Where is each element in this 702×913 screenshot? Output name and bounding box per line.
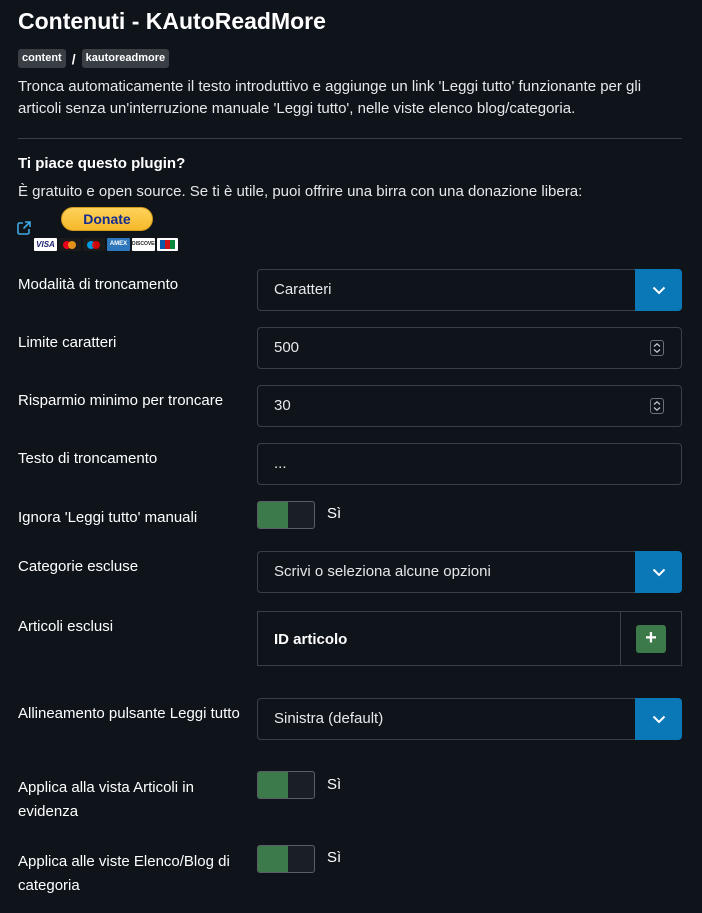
excluded-articles-label: Articoli esclusi: [18, 618, 114, 635]
ignore-manual-label: Ignora 'Leggi tutto' manuali: [18, 509, 198, 526]
min-saving-label: Risparmio minimo per troncare: [18, 392, 224, 409]
min-saving-value: 30: [274, 397, 291, 414]
breadcrumb: content / kautoreadmore: [18, 49, 170, 68]
table-divider: [620, 612, 621, 665]
maestro-icon: [83, 238, 105, 251]
min-saving-input[interactable]: 30: [257, 385, 682, 427]
truncation-text-label: Testo di troncamento: [18, 450, 158, 467]
chevron-down-icon[interactable]: [635, 269, 682, 311]
page-title: Contenuti - KAutoReadMore: [18, 8, 326, 34]
plugin-description: Tronca automaticamente il testo introdut…: [18, 78, 642, 117]
jcb-card-icon: [157, 238, 178, 251]
excluded-articles-table: ID articolo +: [257, 611, 682, 666]
discover-card-icon: DISCOVER: [132, 238, 155, 251]
featured-view-label: Applica alla vista Articoli in evidenza: [18, 779, 194, 820]
chevron-down-icon[interactable]: [635, 698, 682, 740]
breadcrumb-separator: /: [71, 50, 76, 67]
ignore-manual-toggle[interactable]: [257, 501, 315, 529]
breadcrumb-item-content[interactable]: content: [18, 49, 66, 68]
featured-view-state: Sì: [327, 776, 342, 793]
truncation-text-input[interactable]: ...: [257, 443, 682, 485]
button-alignment-value: Sinistra (default): [274, 710, 384, 727]
add-article-button[interactable]: +: [636, 625, 666, 653]
truncation-text-value: ...: [274, 455, 287, 472]
divider: [18, 138, 682, 139]
external-link-icon[interactable]: [16, 220, 32, 236]
visa-card-icon: VISA: [34, 238, 57, 251]
donate-button[interactable]: Donate: [61, 207, 153, 231]
category-views-toggle[interactable]: [257, 845, 315, 873]
chevron-down-icon[interactable]: [635, 551, 682, 593]
truncation-mode-select[interactable]: Caratteri: [257, 269, 682, 311]
number-stepper-icon[interactable]: [650, 398, 664, 414]
breadcrumb-item-kautoreadmore[interactable]: kautoreadmore: [81, 49, 170, 68]
button-alignment-label: Allineamento pulsante Leggi tutto: [18, 705, 240, 722]
plugin-donation-text: È gratuito e open source. Se ti è utile,…: [18, 183, 583, 200]
truncation-mode-label: Modalità di troncamento: [18, 276, 179, 293]
article-id-header: ID articolo: [274, 631, 348, 648]
payment-cards: VISA AMEX DISCOVER: [34, 238, 178, 251]
plugin-question: Ti piace questo plugin?: [18, 155, 186, 172]
category-views-label: Applica alle viste Elenco/Blog di catego…: [18, 853, 230, 894]
button-alignment-select[interactable]: Sinistra (default): [257, 698, 682, 740]
category-views-state: Sì: [327, 849, 342, 866]
featured-view-toggle[interactable]: [257, 771, 315, 799]
excluded-categories-select[interactable]: Scrivi o seleziona alcune opzioni: [257, 551, 682, 593]
excluded-categories-placeholder: Scrivi o seleziona alcune opzioni: [274, 563, 491, 580]
char-limit-value: 500: [274, 339, 300, 356]
char-limit-label: Limite caratteri: [18, 334, 117, 351]
amex-card-icon: AMEX: [107, 238, 130, 251]
mastercard-icon: [59, 238, 81, 251]
truncation-mode-value: Caratteri: [274, 281, 332, 298]
number-stepper-icon[interactable]: [650, 340, 664, 356]
char-limit-input[interactable]: 500: [257, 327, 682, 369]
ignore-manual-state: Sì: [327, 505, 342, 522]
excluded-categories-label: Categorie escluse: [18, 558, 139, 575]
